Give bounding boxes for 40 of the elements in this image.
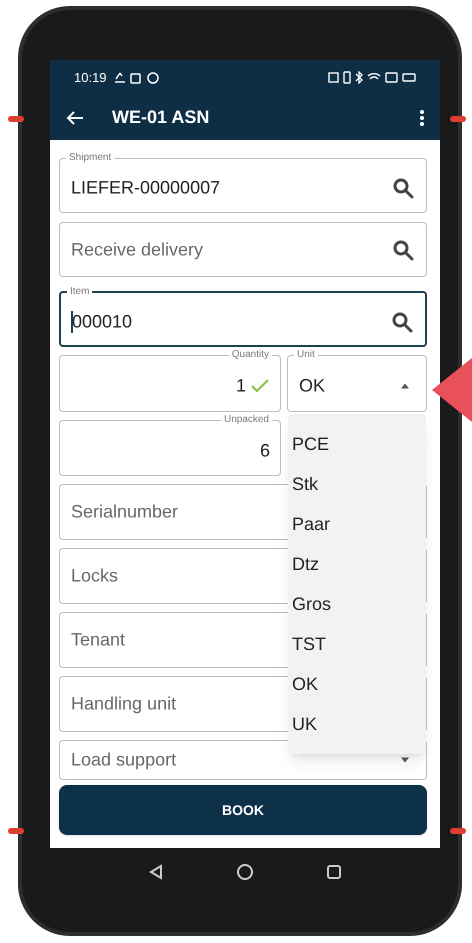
field-value: OK xyxy=(299,374,326,398)
dropdown-option[interactable]: PCE xyxy=(288,424,426,464)
field-placeholder: Serialnumber xyxy=(71,500,178,524)
field-label: Item xyxy=(69,286,90,298)
search-icon[interactable] xyxy=(392,177,414,199)
back-arrow-icon[interactable] xyxy=(66,110,84,126)
search-icon[interactable] xyxy=(391,310,413,332)
field-label: Unpacked xyxy=(222,414,270,426)
field-label: Quantity xyxy=(230,349,270,361)
field-placeholder: Receive delivery xyxy=(71,238,204,262)
input-field[interactable]: Unpacked 6 xyxy=(59,414,281,476)
search-icon[interactable] xyxy=(392,238,414,260)
input-field[interactable]: Shipment LIEFER-00000007 xyxy=(59,152,427,213)
field-placeholder: Locks xyxy=(71,564,118,588)
field-label: Unit xyxy=(296,349,316,361)
input-field[interactable]: Receive delivery xyxy=(59,222,427,277)
pointer-arrow xyxy=(432,358,472,422)
status-time: 10:19 xyxy=(74,68,107,87)
field-placeholder: Load support xyxy=(71,748,176,772)
field-placeholder: Handling unit xyxy=(71,692,176,716)
input-field[interactable]: Quantity 1 xyxy=(59,349,281,412)
bluetooth-icon xyxy=(355,71,363,84)
input-field[interactable]: Item 000010 xyxy=(59,286,427,347)
app-title: WE-01 ASN xyxy=(112,106,210,129)
field-value: 000010 xyxy=(72,310,132,333)
field-label: Shipment xyxy=(68,152,112,164)
recents-nav-icon[interactable] xyxy=(326,864,342,880)
field-value: LIEFER-00000007 xyxy=(71,176,220,200)
text-cursor xyxy=(71,310,73,332)
field-value: 1 xyxy=(236,374,246,398)
back-nav-icon[interactable] xyxy=(148,864,164,880)
dropdown-option[interactable]: TST xyxy=(288,624,426,664)
battery-icon xyxy=(402,73,416,82)
field-value: 6 xyxy=(260,439,270,462)
book-button[interactable]: BOOK xyxy=(59,785,427,835)
caret-icon[interactable] xyxy=(400,756,410,764)
more-menu-icon[interactable] xyxy=(420,110,424,126)
caret-icon[interactable] xyxy=(400,382,410,390)
home-nav-icon[interactable] xyxy=(236,862,254,880)
field-placeholder: Tenant xyxy=(71,628,126,652)
